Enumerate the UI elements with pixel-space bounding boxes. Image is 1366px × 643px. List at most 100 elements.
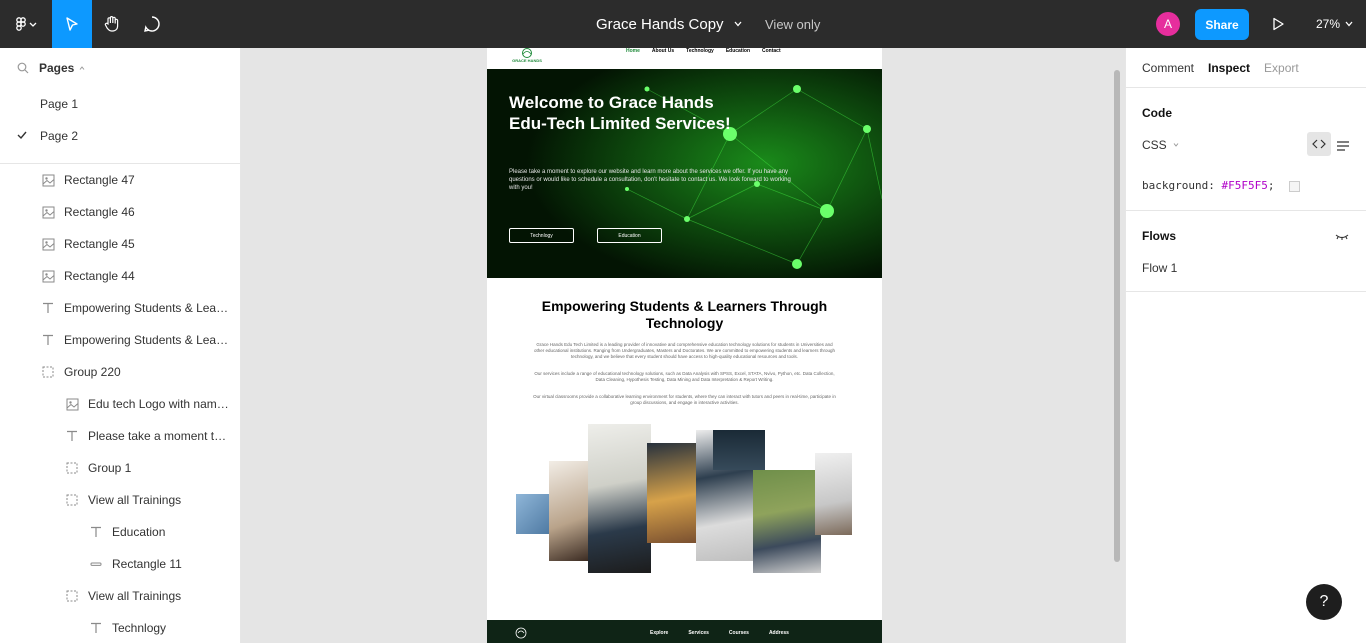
- group-icon: [65, 589, 79, 603]
- share-button[interactable]: Share: [1195, 9, 1249, 40]
- section-title: Empowering Students & Learners Through T…: [541, 298, 828, 331]
- layer-item[interactable]: Rectangle 47: [0, 164, 240, 196]
- tab-inspect[interactable]: Inspect: [1208, 61, 1250, 75]
- image-icon: [41, 173, 55, 187]
- move-tool-button[interactable]: [52, 0, 92, 48]
- tab-comment[interactable]: Comment: [1142, 61, 1194, 75]
- avatar[interactable]: A: [1156, 12, 1180, 36]
- code-icon: [1312, 139, 1326, 149]
- list-icon: [1337, 141, 1349, 151]
- view-only-label: View only: [765, 16, 821, 32]
- comment-icon: [144, 16, 160, 32]
- nav-home: Home: [626, 48, 640, 54]
- hero-text: Please take a moment to explore our webs…: [509, 169, 791, 191]
- hero-title: Welcome to Grace Hands Edu-Tech Limited …: [509, 93, 731, 133]
- group-icon: [41, 365, 55, 379]
- language-value: CSS: [1142, 138, 1167, 152]
- photo-student-phone: [549, 461, 589, 561]
- chevron-down-icon: [734, 21, 742, 27]
- hand-tool-button[interactable]: [92, 0, 132, 48]
- code-view-toggle[interactable]: [1307, 132, 1331, 156]
- text-icon: [89, 525, 103, 539]
- photo-dashboard-screen: [713, 430, 765, 470]
- text-icon: [65, 429, 79, 443]
- present-button[interactable]: [1266, 12, 1290, 36]
- code-title: Code: [1142, 106, 1172, 120]
- css-code-line: background: #F5F5F5;: [1142, 179, 1301, 192]
- layer-item[interactable]: Rectangle 44: [0, 260, 240, 292]
- text-icon: [41, 333, 55, 347]
- main-menu-button[interactable]: [0, 0, 52, 48]
- layer-item[interactable]: Group 220: [0, 356, 240, 388]
- help-button[interactable]: ?: [1306, 584, 1342, 620]
- layer-name: View all Trainings: [88, 589, 182, 603]
- figma-logo-icon: [16, 17, 37, 31]
- layer-item[interactable]: Technlogy: [0, 612, 240, 643]
- layer-name: Empowering Students & Learners Through T…: [64, 333, 231, 347]
- layer-item[interactable]: View all Trainings: [0, 484, 240, 516]
- layer-name: View all Trainings: [88, 493, 182, 507]
- panel-tabs: Comment Inspect Export: [1126, 48, 1366, 88]
- layer-name: Technlogy: [112, 621, 167, 635]
- toolbar: Grace Hands Copy View only A Share 27%: [0, 0, 1366, 48]
- photo-typing-laptop: [815, 453, 852, 535]
- layer-name: Group 220: [64, 365, 121, 379]
- layer-item[interactable]: Empowering Students & Learners Through T…: [0, 324, 240, 356]
- photo-classroom: [516, 494, 549, 534]
- design-about-section: Empowering Students & Learners Through T…: [487, 278, 882, 608]
- comment-tool-button[interactable]: [132, 0, 172, 48]
- footer-courses: Courses: [728, 630, 749, 636]
- chevron-down-icon: [1173, 143, 1179, 147]
- layer-item[interactable]: Empowering Students & Learners Through T…: [0, 292, 240, 324]
- eye-closed-icon[interactable]: [1335, 233, 1349, 241]
- layer-name: Please take a moment to explore our webs…: [88, 429, 231, 443]
- layer-item[interactable]: Edu tech Logo with name 1: [0, 388, 240, 420]
- footer-links: Explore Services Courses Address: [650, 630, 789, 636]
- css-property: background:: [1142, 179, 1215, 192]
- flow-item[interactable]: Flow 1: [1142, 261, 1177, 275]
- file-title-menu[interactable]: Grace Hands Copy: [596, 0, 742, 48]
- pages-header[interactable]: Pages: [0, 48, 240, 88]
- layer-item[interactable]: Rectangle 45: [0, 228, 240, 260]
- page-item-2[interactable]: Page 2: [0, 120, 240, 152]
- chevron-down-icon: [1345, 21, 1353, 27]
- canvas[interactable]: GRACE HANDS Home About Us Technology Edu…: [241, 48, 1125, 643]
- photo-laptop-analytics: [588, 424, 651, 573]
- hero-education-button: Education: [597, 228, 662, 243]
- section-paragraph-2: Our services include a range of educatio…: [534, 371, 835, 382]
- design-nav-links: Home About Us Technology Education Conta…: [626, 48, 781, 54]
- layer-item[interactable]: Please take a moment to explore our webs…: [0, 420, 240, 452]
- css-semicolon: ;: [1267, 179, 1275, 192]
- page-label: Page 2: [40, 129, 79, 143]
- layer-item[interactable]: Education: [0, 516, 240, 548]
- page-item-1[interactable]: Page 1: [0, 88, 240, 120]
- photo-man-laptop: [753, 470, 821, 573]
- text-icon: [89, 621, 103, 635]
- layer-name: Rectangle 45: [64, 237, 135, 251]
- layer-name: Rectangle 47: [64, 173, 135, 187]
- nav-contact: Contact: [762, 48, 781, 54]
- layer-item[interactable]: Rectangle 46: [0, 196, 240, 228]
- layer-item[interactable]: Rectangle 11: [0, 548, 240, 580]
- design-frame[interactable]: GRACE HANDS Home About Us Technology Edu…: [487, 48, 882, 643]
- zoom-menu[interactable]: 27%: [1316, 0, 1355, 48]
- tab-export[interactable]: Export: [1264, 61, 1299, 75]
- group-icon: [65, 461, 79, 475]
- chevron-up-icon: [79, 66, 85, 70]
- layer-name: Empowering Students & Learners Through T…: [64, 301, 231, 315]
- list-view-toggle[interactable]: [1337, 138, 1349, 156]
- layers-panel: Pages Page 1 Page 2 Rectangle 47 Rectangl…: [0, 48, 241, 643]
- layer-item[interactable]: View all Trainings: [0, 580, 240, 612]
- search-icon[interactable]: [17, 62, 29, 74]
- footer-address: Address: [768, 630, 789, 636]
- language-select[interactable]: CSS: [1142, 138, 1181, 152]
- image-icon: [41, 237, 55, 251]
- zoom-level: 27%: [1316, 17, 1341, 31]
- photo-woman-smiling: [647, 443, 696, 543]
- design-footer: Explore Services Courses Address: [487, 620, 882, 643]
- play-icon: [1273, 17, 1284, 31]
- group-icon: [65, 493, 79, 507]
- layer-item[interactable]: Group 1: [0, 452, 240, 484]
- layer-name: Group 1: [88, 461, 132, 475]
- canvas-scrollbar[interactable]: [1114, 70, 1120, 562]
